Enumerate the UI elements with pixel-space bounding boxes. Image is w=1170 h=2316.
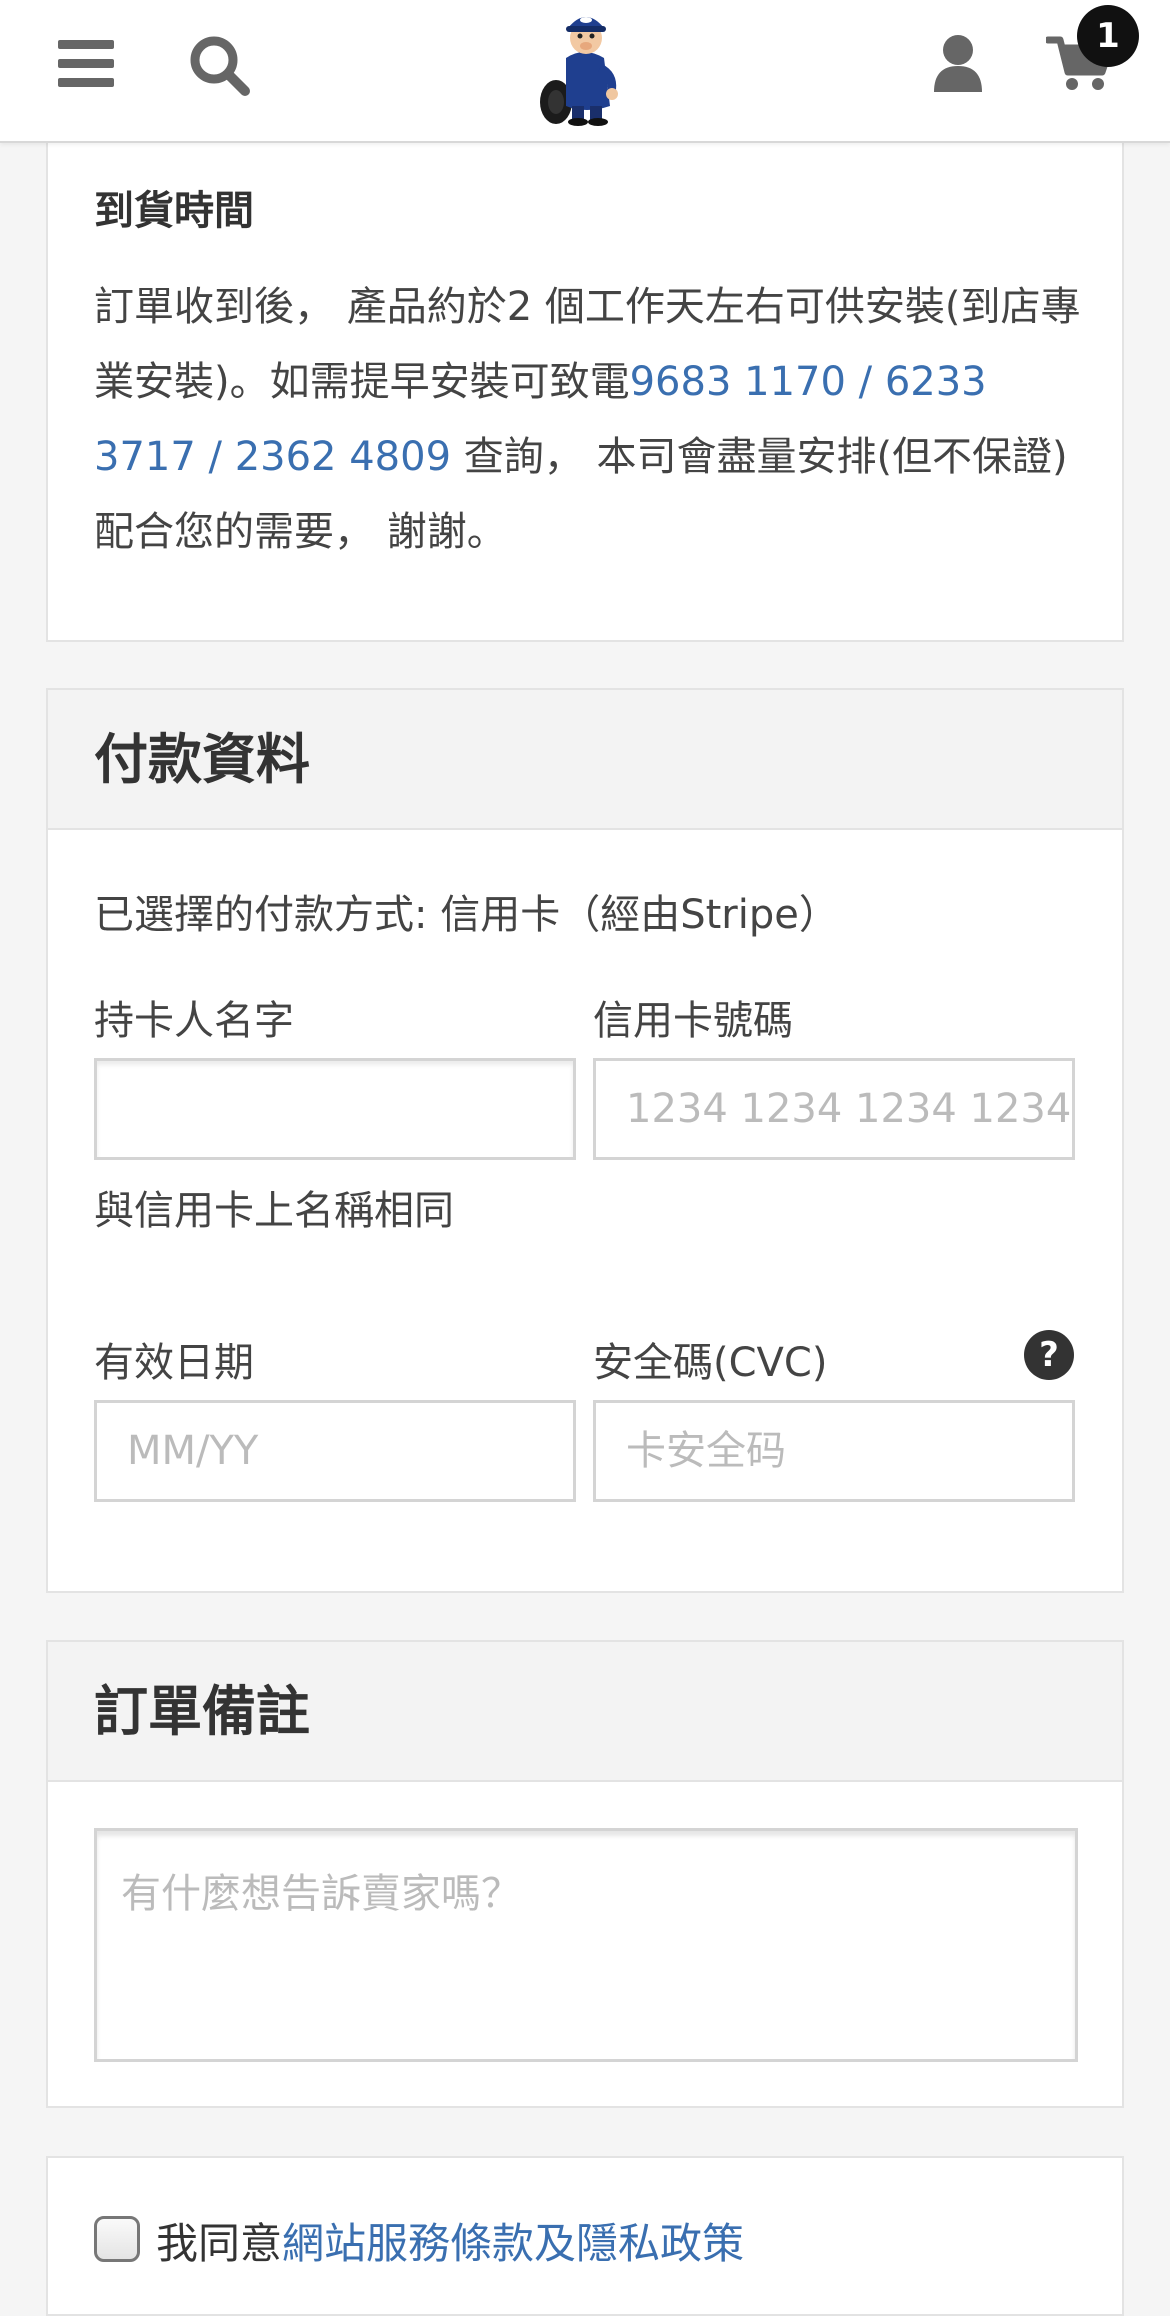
cardholder-name-input[interactable] xyxy=(94,1058,576,1160)
order-notes-title: 訂單備註 xyxy=(94,1680,310,1743)
payment-card-header: 付款資料 xyxy=(48,690,1122,830)
order-notes-card: 訂單備註 有什麼想告訴賣家嗎？ xyxy=(46,1640,1124,2108)
phone-separator-1: / xyxy=(845,359,885,405)
cart-count-badge[interactable]: 1 xyxy=(1077,5,1139,67)
question-circle-icon[interactable]: ? xyxy=(1024,1330,1074,1380)
delivery-description: 訂單收到後， 產品約於2 個工作天左右可供安裝(到店專業安裝)。如需提早安裝可致… xyxy=(94,270,1094,570)
cvc-label: 安全碼(CVC) xyxy=(593,1340,828,1386)
phone-link-1[interactable]: 9683 1170 xyxy=(630,359,846,405)
cardholder-name-hint: 與信用卡上名稱相同 xyxy=(94,1188,454,1234)
delivery-title: 到貨時間 xyxy=(94,188,254,234)
order-notes-textarea[interactable]: 有什麼想告訴賣家嗎？ xyxy=(94,1828,1078,2062)
notes-card-header: 訂單備註 xyxy=(48,1642,1122,1782)
user-icon[interactable] xyxy=(932,34,984,92)
phone-link-3[interactable]: 2362 4809 xyxy=(235,434,451,480)
delivery-time-card: 到貨時間 訂單收到後， 產品約於2 個工作天左右可供安裝(到店專業安裝)。如需提… xyxy=(46,140,1124,642)
hamburger-menu-icon[interactable] xyxy=(58,40,114,88)
search-icon[interactable] xyxy=(188,34,250,96)
top-header: 1 xyxy=(0,0,1170,143)
terms-privacy-link[interactable]: 網站服務條款及隱私政策 xyxy=(282,2219,744,2268)
terms-agreement-text: 我同意網站服務條款及隱私政策 xyxy=(156,2210,744,2271)
card-number-label: 信用卡號碼 xyxy=(593,998,793,1044)
terms-agreement-card: 我同意網站服務條款及隱私政策 xyxy=(46,2156,1124,2316)
terms-checkbox[interactable] xyxy=(94,2216,140,2262)
cvc-input[interactable]: 卡安全码 xyxy=(593,1400,1075,1502)
phone-separator-2: / xyxy=(195,434,235,480)
card-number-input[interactable]: 1234 1234 1234 1234 xyxy=(593,1058,1075,1160)
cardholder-name-label: 持卡人名字 xyxy=(94,998,294,1044)
agree-label: 我同意 xyxy=(156,2219,283,2268)
payment-title: 付款資料 xyxy=(94,728,310,791)
expiry-date-label: 有效日期 xyxy=(94,1340,254,1386)
selected-payment-method: 已選擇的付款方式: 信用卡（經由Stripe） xyxy=(94,892,839,938)
mechanic-mascot-logo[interactable] xyxy=(536,6,632,126)
payment-info-card: 付款資料 已選擇的付款方式: 信用卡（經由Stripe） 持卡人名字 信用卡號碼… xyxy=(46,688,1124,1593)
expiry-date-input[interactable]: MM/YY xyxy=(94,1400,576,1502)
